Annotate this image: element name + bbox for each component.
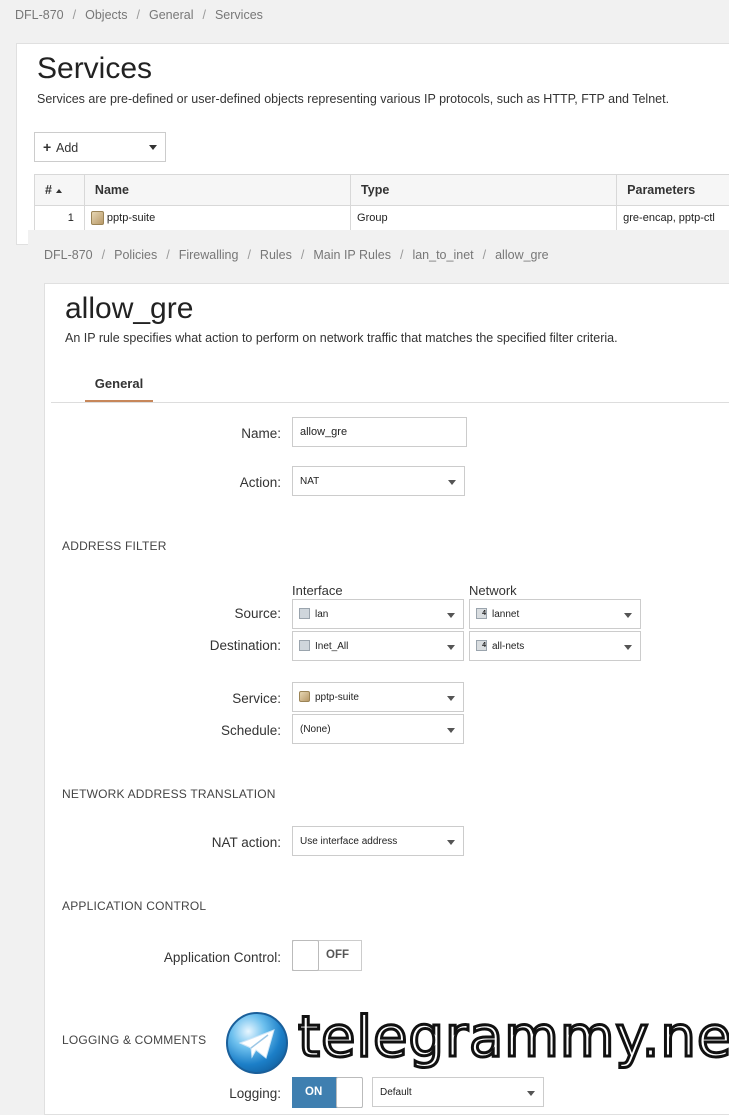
logging-label: Logging: <box>229 1086 281 1101</box>
watermark-text: telegrammy.net <box>298 1005 729 1070</box>
source-network-value: lannet <box>492 609 519 620</box>
breadcrumb-item-policies[interactable]: Policies <box>114 248 157 262</box>
section-logging-comments: LOGGING & COMMENTS <box>62 1033 206 1047</box>
service-group-icon <box>299 691 310 702</box>
row-name: pptp-suite <box>107 212 155 224</box>
source-label: Source: <box>234 606 281 621</box>
action-value: NAT <box>300 476 319 487</box>
schedule-label: Schedule: <box>221 723 281 738</box>
row-name-cell[interactable]: pptp-suite <box>84 206 350 231</box>
chevron-down-icon <box>149 145 157 150</box>
destination-network-select[interactable]: 4 all-nets <box>469 631 641 661</box>
service-select[interactable]: pptp-suite <box>292 682 464 712</box>
ip-rule-screenshot: DFL-870/Policies/Firewalling/Rules/Main … <box>28 230 729 1105</box>
column-header-number[interactable]: # <box>35 175 85 206</box>
chevron-down-icon <box>447 728 455 733</box>
service-value: pptp-suite <box>315 692 359 703</box>
column-header-parameters[interactable]: Parameters <box>617 175 729 206</box>
breadcrumb-item-rules[interactable]: Rules <box>260 248 292 262</box>
logging-toggle[interactable]: ON <box>292 1077 362 1108</box>
destination-interface-select[interactable]: Inet_All <box>292 631 464 661</box>
name-input[interactable]: allow_gre <box>292 417 467 447</box>
toggle-knob <box>292 940 319 971</box>
section-application-control: APPLICATION CONTROL <box>62 899 206 913</box>
chevron-down-icon <box>447 840 455 845</box>
plus-icon: + <box>43 139 51 155</box>
schedule-value: (None) <box>300 724 331 735</box>
source-interface-select[interactable]: lan <box>292 599 464 629</box>
interface-icon <box>299 640 310 651</box>
column-header-type[interactable]: Type <box>351 175 617 206</box>
services-panel: Services Services are pre-defined or use… <box>16 43 729 245</box>
ipv4-network-icon: 4 <box>476 608 487 619</box>
paper-plane-icon <box>238 1028 276 1060</box>
table-row[interactable]: 1 pptp-suite Group gre-encap, pptp-ctl <box>35 206 729 231</box>
tab-divider <box>51 402 729 403</box>
chevron-down-icon <box>527 1091 535 1096</box>
row-number: 1 <box>35 206 85 231</box>
breadcrumb-item-general[interactable]: General <box>149 8 193 22</box>
network-column-header: Network <box>469 583 517 598</box>
schedule-select[interactable]: (None) <box>292 714 464 744</box>
add-button-label: Add <box>56 141 78 155</box>
action-select[interactable]: NAT <box>292 466 465 496</box>
destination-label: Destination: <box>210 638 281 653</box>
page-description: Services are pre-defined or user-defined… <box>37 92 669 106</box>
breadcrumb-item-firewalling[interactable]: Firewalling <box>179 248 239 262</box>
rule-panel: allow_gre An IP rule specifies what acti… <box>44 283 729 1115</box>
breadcrumb-item-lan-to-inet[interactable]: lan_to_inet <box>412 248 473 262</box>
ipv4-network-icon: 4 <box>476 640 487 651</box>
page-title: allow_gre <box>65 292 193 326</box>
breadcrumb-item-services: Services <box>215 8 263 22</box>
chevron-down-icon <box>447 645 455 650</box>
toggle-knob <box>336 1077 363 1108</box>
rule-breadcrumb: DFL-870/Policies/Firewalling/Rules/Main … <box>44 248 549 262</box>
destination-interface-value: Inet_All <box>315 641 348 652</box>
section-network-address-translation: NETWORK ADDRESS TRANSLATION <box>62 787 276 801</box>
chevron-down-icon <box>624 645 632 650</box>
nat-action-label: NAT action: <box>212 835 281 850</box>
services-table: # Name Type Parameters 1 pptp-suite Grou… <box>34 174 729 231</box>
sort-ascending-icon <box>56 189 62 193</box>
application-control-label: Application Control: <box>164 950 281 965</box>
toggle-state-label: OFF <box>326 949 349 961</box>
destination-network-value: all-nets <box>492 641 524 652</box>
logging-severity-value: Default <box>380 1087 412 1098</box>
breadcrumb-item-objects[interactable]: Objects <box>85 8 127 22</box>
application-control-toggle[interactable]: OFF <box>292 940 362 971</box>
section-address-filter: ADDRESS FILTER <box>62 539 167 553</box>
page-description: An IP rule specifies what action to perf… <box>65 331 618 345</box>
nat-action-select[interactable]: Use interface address <box>292 826 464 856</box>
row-parameters: gre-encap, pptp-ctl <box>617 206 729 231</box>
page-title: Services <box>37 52 152 86</box>
source-interface-value: lan <box>315 609 328 620</box>
tab-general[interactable]: General <box>85 376 153 403</box>
interface-column-header: Interface <box>292 583 343 598</box>
add-button[interactable]: + Add <box>34 132 166 162</box>
breadcrumb-item-main-ip-rules[interactable]: Main IP Rules <box>313 248 391 262</box>
breadcrumb-item-device[interactable]: DFL-870 <box>15 8 64 22</box>
breadcrumb: DFL-870/Objects/General/Services <box>15 8 263 22</box>
telegram-logo-icon <box>226 1012 288 1074</box>
nat-action-value: Use interface address <box>300 836 397 847</box>
chevron-down-icon <box>624 613 632 618</box>
chevron-down-icon <box>447 613 455 618</box>
logging-severity-select[interactable]: Default <box>372 1077 544 1107</box>
action-label: Action: <box>240 475 281 490</box>
row-type: Group <box>351 206 617 231</box>
interface-icon <box>299 608 310 619</box>
table-header-row: # Name Type Parameters <box>35 175 729 206</box>
chevron-down-icon <box>447 696 455 701</box>
toggle-state-label: ON <box>305 1086 322 1098</box>
service-label: Service: <box>232 691 281 706</box>
column-header-name[interactable]: Name <box>84 175 350 206</box>
breadcrumb-item-allow-gre: allow_gre <box>495 248 549 262</box>
name-label: Name: <box>241 426 281 441</box>
service-group-icon <box>91 211 104 225</box>
source-network-select[interactable]: 4 lannet <box>469 599 641 629</box>
chevron-down-icon <box>448 480 456 485</box>
breadcrumb-item-device[interactable]: DFL-870 <box>44 248 93 262</box>
